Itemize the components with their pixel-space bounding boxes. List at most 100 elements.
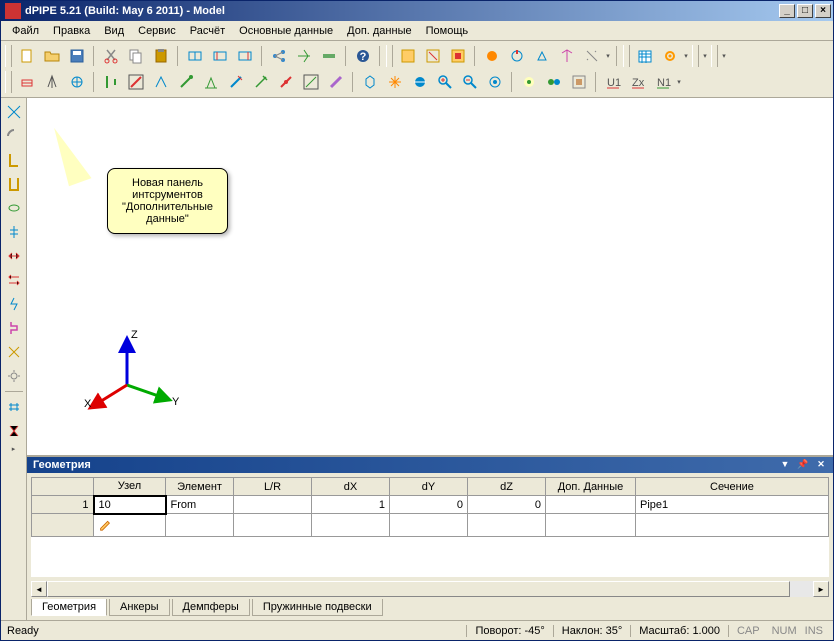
panel-pin-icon[interactable]: 📌 [797,459,809,471]
menu-extradata[interactable]: Доп. данные [340,23,418,39]
tool-icon[interactable] [174,71,197,93]
tool-icon[interactable] [517,71,540,93]
col-lr[interactable]: L/R [234,478,312,496]
tool-icon[interactable] [2,197,25,219]
tool-icon[interactable] [2,221,25,243]
edit-icon[interactable] [94,514,166,537]
tool-icon[interactable] [408,71,431,93]
tool-icon[interactable] [2,101,25,123]
toolbar-overflow-icon[interactable]: ▾ [675,71,683,93]
tool-icon[interactable] [208,45,231,67]
panel-menu-icon[interactable]: ▼ [779,459,791,471]
open-file-icon[interactable] [40,45,63,67]
tool-icon[interactable] [530,45,553,67]
toolbar-overflow-icon[interactable]: ▾ [604,45,612,67]
zoom-out-icon[interactable] [458,71,481,93]
viewport-3d[interactable]: Новая панель интсрументов "Дополнительны… [27,98,833,455]
tool-icon[interactable] [99,71,122,93]
calendar-icon[interactable] [633,45,656,67]
toolbar-handle[interactable] [623,45,630,67]
gear-icon[interactable] [658,45,681,67]
geometry-grid[interactable]: Узел Элемент L/R dX dY dZ Доп. Данные Се… [31,477,829,577]
tool-icon[interactable] [2,420,25,442]
toolbar-handle[interactable] [5,71,12,93]
menu-service[interactable]: Сервис [131,23,183,39]
tool-icon[interactable] [233,45,256,67]
toolbar-overflow-icon[interactable]: ▸ [10,443,18,455]
menu-help[interactable]: Помощь [419,23,476,39]
tool-icon[interactable] [149,71,172,93]
tool-icon[interactable] [446,45,469,67]
cell-extra[interactable] [546,496,636,514]
cell-dy[interactable]: 0 [390,496,468,514]
cell-dx[interactable]: 1 [312,496,390,514]
tool-icon[interactable] [2,269,25,291]
minimize-button[interactable]: _ [779,4,795,18]
col-element[interactable]: Элемент [166,478,234,496]
help-icon[interactable]: ? [351,45,374,67]
tool-icon[interactable] [480,45,503,67]
horizontal-scrollbar[interactable]: ◄ ► [31,581,829,597]
tool-icon[interactable] [580,45,603,67]
tool-icon[interactable] [299,71,322,93]
tool-icon[interactable] [317,45,340,67]
panel-close-icon[interactable]: ✕ [815,459,827,471]
copy-icon[interactable] [124,45,147,67]
cell-element[interactable]: From [166,496,234,514]
tool-icon[interactable] [2,173,25,195]
tool-icon[interactable]: N1 [651,71,674,93]
col-extra[interactable]: Доп. Данные [546,478,636,496]
toolbar-overflow-icon[interactable]: ▾ [720,45,728,67]
col-index[interactable] [32,478,94,496]
tool-icon[interactable] [2,149,25,171]
tab-springs[interactable]: Пружинные подвески [252,599,383,616]
toolbar-overflow-icon[interactable]: ▾ [701,45,709,67]
cut-icon[interactable] [99,45,122,67]
toolbar-handle[interactable] [711,45,718,67]
table-row-new[interactable] [32,514,829,537]
tab-dampers[interactable]: Демпферы [172,599,250,616]
tool-icon[interactable] [483,71,506,93]
col-dz[interactable]: dZ [468,478,546,496]
tool-icon[interactable]: U1 [601,71,624,93]
compass-icon[interactable] [40,71,63,93]
maximize-button[interactable]: □ [797,4,813,18]
panel-header[interactable]: Геометрия ▼ 📌 ✕ [27,457,833,473]
molecule-icon[interactable] [267,45,290,67]
zoom-in-icon[interactable] [433,71,456,93]
tool-icon[interactable] [2,396,25,418]
col-dx[interactable]: dX [312,478,390,496]
tab-geometry[interactable]: Геометрия [31,599,107,616]
tool-icon[interactable] [2,341,25,363]
tool-icon[interactable] [292,45,315,67]
col-section[interactable]: Сечение [636,478,829,496]
menu-maindata[interactable]: Основные данные [232,23,340,39]
tool-icon[interactable] [324,71,347,93]
tool-icon[interactable] [199,71,222,93]
col-node[interactable]: Узел [94,478,166,496]
scroll-right-button[interactable]: ► [813,581,829,597]
tool-icon[interactable] [2,317,25,339]
scroll-track[interactable] [47,581,813,597]
tab-anchors[interactable]: Анкеры [109,599,170,616]
tool-icon[interactable] [274,71,297,93]
close-button[interactable]: × [815,4,831,18]
tool-icon[interactable] [358,71,381,93]
scroll-left-button[interactable]: ◄ [31,581,47,597]
tool-icon[interactable] [2,365,25,387]
tool-icon[interactable] [555,45,578,67]
tool-icon[interactable] [124,71,147,93]
tool-icon[interactable] [249,71,272,93]
tool-icon[interactable] [421,45,444,67]
cell-node[interactable]: 10 [94,496,166,514]
cell-lr[interactable] [234,496,312,514]
tool-icon[interactable] [2,245,25,267]
save-file-icon[interactable] [65,45,88,67]
menu-edit[interactable]: Правка [46,23,97,39]
cell-section[interactable]: Pipe1 [636,496,829,514]
tool-icon[interactable] [183,45,206,67]
toolbar-overflow-icon[interactable]: ▾ [682,45,690,67]
tool-icon[interactable] [224,71,247,93]
toolbar-handle[interactable] [386,45,393,67]
tool-icon[interactable] [505,45,528,67]
